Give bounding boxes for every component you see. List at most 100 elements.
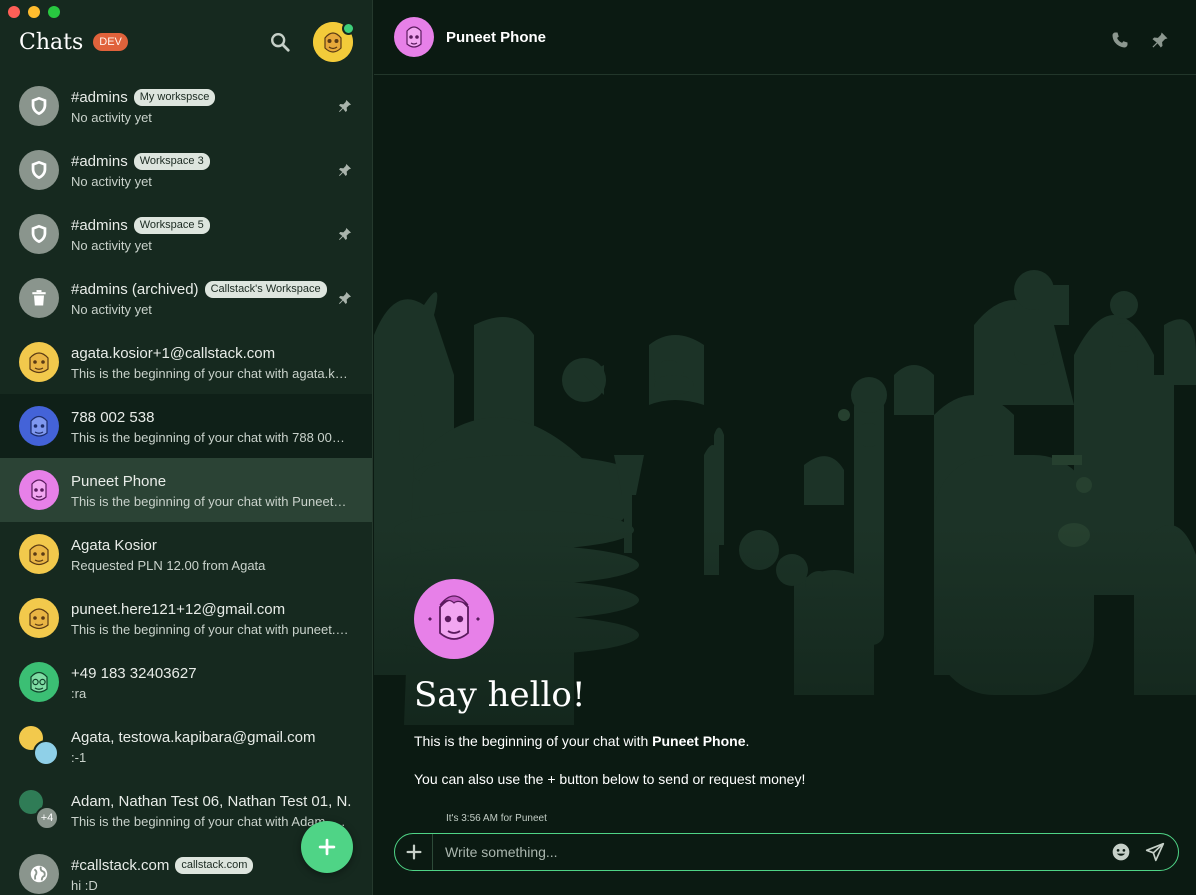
chat-preview: This is the beginning of your chat with … <box>71 621 349 637</box>
sidebar-header: Chats DEV <box>19 22 355 62</box>
intro-text: This is the beginning of your chat with … <box>414 733 805 749</box>
conversation-pane: Puneet Phone Say hello! This is the begi… <box>374 0 1196 895</box>
chat-avatar <box>19 278 59 318</box>
globe-icon <box>30 865 48 883</box>
chat-list-item[interactable]: 788 002 538 This is the beginning of you… <box>0 394 372 458</box>
chat-name: +49 183 32403627 <box>71 665 197 682</box>
chat-list-item[interactable]: Agata Kosior Requested PLN 12.00 from Ag… <box>0 522 372 586</box>
chat-name: agata.kosior+1@callstack.com <box>71 345 276 362</box>
chat-preview: This is the beginning of your chat with … <box>71 813 349 829</box>
user-face-icon <box>30 671 48 693</box>
chat-name: #admins <box>71 89 128 106</box>
workspace-tag: My workspsce <box>133 89 216 106</box>
chat-avatar <box>19 86 59 126</box>
trash-icon <box>32 290 46 306</box>
composer-add-button[interactable] <box>395 834 433 870</box>
chat-name: #callstack.com <box>71 857 170 874</box>
message-composer <box>394 833 1179 871</box>
chat-list-item[interactable]: #admins My workspsce No activity yet <box>0 74 372 138</box>
send-button[interactable] <box>1144 841 1166 863</box>
conversation-header: Puneet Phone <box>374 0 1196 75</box>
user-face-icon <box>29 352 49 374</box>
plus-icon <box>318 838 336 856</box>
greeting-heading: Say hello! <box>414 675 586 715</box>
message-input[interactable] <box>433 844 1110 860</box>
workspace-tag: Workspace 3 <box>133 153 210 170</box>
user-face-icon <box>29 608 49 630</box>
chat-list-item[interactable]: puneet.here121+12@gmail.com This is the … <box>0 586 372 650</box>
intro-suffix: . <box>745 733 750 749</box>
local-time-indicator: It's 3:56 AM for Puneet <box>446 813 547 824</box>
chat-avatar <box>19 406 59 446</box>
chat-preview: No activity yet <box>71 237 152 253</box>
chat-name: 788 002 538 <box>71 409 155 426</box>
window-maximize-button[interactable] <box>48 6 60 18</box>
chat-name: Puneet Phone <box>71 473 167 490</box>
chat-preview: This is the beginning of your chat with … <box>71 365 349 381</box>
chat-list-item[interactable]: #admins Workspace 3 No activity yet <box>0 138 372 202</box>
chat-name: #admins <box>71 153 128 170</box>
group-extra-count: +4 <box>35 806 59 830</box>
new-chat-button[interactable] <box>301 821 353 873</box>
online-status-dot <box>342 22 355 35</box>
pin-icon[interactable] <box>1150 30 1170 50</box>
chat-list-item[interactable]: agata.kosior+1@callstack.com This is the… <box>0 330 372 394</box>
window-minimize-button[interactable] <box>28 6 40 18</box>
chat-preview: hi :D <box>71 877 98 893</box>
emoji-icon <box>1112 843 1130 861</box>
phone-icon[interactable] <box>1110 30 1130 50</box>
env-badge: DEV <box>93 33 128 51</box>
chat-name: #admins (archived) <box>71 281 199 298</box>
workspace-tag: Callstack's Workspace <box>204 281 327 298</box>
chat-list-item[interactable]: +49 183 32403627 :ra <box>0 650 372 714</box>
contact-avatar[interactable] <box>394 17 434 57</box>
contact-name[interactable]: Puneet Phone <box>446 29 546 46</box>
contact-avatar-large <box>414 579 494 659</box>
chat-name: Adam, Nathan Test 06, Nathan Test 01, N.… <box>71 793 351 810</box>
user-face-icon <box>31 479 47 501</box>
chat-list-item[interactable]: #admins Workspace 5 No activity yet <box>0 202 372 266</box>
chat-name: #admins <box>71 217 128 234</box>
intro-contact-name: Puneet Phone <box>652 733 746 749</box>
chat-list-item-selected[interactable]: Puneet Phone This is the beginning of yo… <box>0 458 372 522</box>
sidebar: Chats DEV #admins My workspsce No activi… <box>0 0 373 895</box>
emoji-button[interactable] <box>1110 841 1132 863</box>
shield-icon <box>31 96 47 116</box>
workspace-tag: callstack.com <box>175 857 254 874</box>
sidebar-title: Chats <box>19 29 84 55</box>
chat-name: puneet.here121+12@gmail.com <box>71 601 286 618</box>
send-icon <box>1145 842 1165 862</box>
chat-avatar <box>19 598 59 638</box>
account-avatar[interactable] <box>313 22 355 62</box>
chat-preview: This is the beginning of your chat with … <box>71 429 349 445</box>
chat-preview: :ra <box>71 685 87 701</box>
chat-list: #admins My workspsce No activity yet #adm… <box>0 74 372 895</box>
chat-preview: This is the beginning of your chat with … <box>71 493 349 509</box>
chat-preview: No activity yet <box>71 109 152 125</box>
pin-icon[interactable] <box>337 290 353 306</box>
chat-avatar <box>19 534 59 574</box>
pin-icon[interactable] <box>337 226 353 242</box>
workspace-tag: Workspace 5 <box>133 217 210 234</box>
window-controls <box>8 6 60 18</box>
chat-avatar <box>19 662 59 702</box>
chat-avatar <box>19 470 59 510</box>
chat-list-item[interactable]: Agata, testowa.kapibara@gmail.com :-1 <box>0 714 372 778</box>
group-avatar: +4 <box>19 790 59 830</box>
search-icon[interactable] <box>269 31 291 53</box>
chat-preview: No activity yet <box>71 301 152 317</box>
window-close-button[interactable] <box>8 6 20 18</box>
group-avatar <box>19 726 59 766</box>
pin-icon[interactable] <box>337 162 353 178</box>
group-member-avatar <box>33 740 59 766</box>
intro-prefix: This is the beginning of your chat with <box>414 733 653 749</box>
pin-icon[interactable] <box>337 98 353 114</box>
shield-icon <box>31 224 47 244</box>
chat-avatar <box>19 342 59 382</box>
chat-name: Agata Kosior <box>71 537 157 554</box>
shield-icon <box>31 160 47 180</box>
chat-intro: Say hello! This is the beginning of your… <box>414 579 805 787</box>
plus-icon <box>406 844 421 860</box>
chat-preview: :-1 <box>71 749 87 765</box>
chat-list-item[interactable]: #admins (archived) Callstack's Workspace … <box>0 266 372 330</box>
